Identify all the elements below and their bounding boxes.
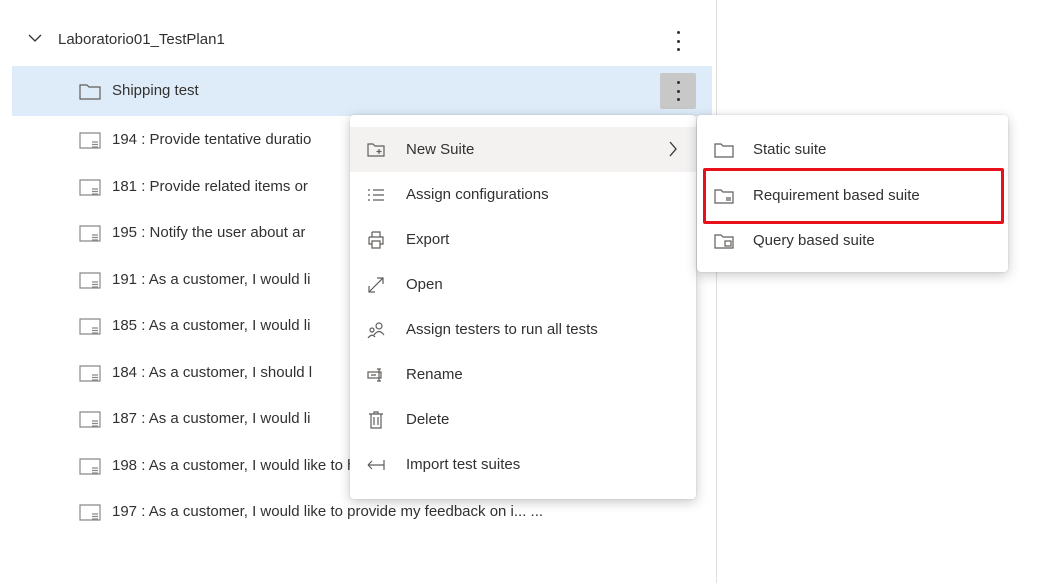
requirement-suite-icon <box>79 271 101 289</box>
tree-item-label: 181 : Provide related items or <box>112 177 308 195</box>
menu-item-new-suite[interactable]: New Suite <box>350 127 696 172</box>
menu-item-delete[interactable]: Delete <box>350 397 696 442</box>
tree-item-label: Shipping test <box>112 82 199 99</box>
menu-item-label: Rename <box>406 366 463 383</box>
details-pane <box>716 0 1058 583</box>
tree-item-label: 191 : As a customer, I would li <box>112 270 311 288</box>
folder-icon <box>79 84 101 100</box>
tree-item-label: 197 : As a customer, I would like to pro… <box>112 503 544 520</box>
new-suite-icon <box>366 140 386 160</box>
menu-item-label: Assign testers to run all tests <box>406 321 598 338</box>
menu-item-export[interactable]: Export <box>350 217 696 262</box>
menu-item-open[interactable]: Open <box>350 262 696 307</box>
menu-item-label: New Suite <box>406 141 475 158</box>
requirement-suite-icon <box>79 364 101 382</box>
rename-icon <box>366 365 386 385</box>
menu-item-import-test-suites[interactable]: Import test suites <box>350 442 696 487</box>
tree-item-label: 194 : Provide tentative duratio <box>112 131 312 148</box>
requirement-suite-icon <box>79 132 101 149</box>
tree-root-row[interactable]: Laboratorio01_TestPlan1 <box>12 16 712 66</box>
trash-icon <box>366 410 386 430</box>
menu-item-label: Assign configurations <box>406 186 549 203</box>
menu-item-label: Export <box>406 231 450 248</box>
more-icon <box>676 31 680 51</box>
tree-item-label: 184 : As a customer, I should l <box>112 363 313 381</box>
menu-item-label: Delete <box>406 411 450 428</box>
menu-item-assign-testers[interactable]: Assign testers to run all tests <box>350 307 696 352</box>
requirement-suite-icon <box>79 225 101 242</box>
import-icon <box>366 455 386 475</box>
menu-item-label: Import test suites <box>406 456 521 473</box>
menu-item-assign-configurations[interactable]: Assign configurations <box>350 172 696 217</box>
requirement-suite-icon <box>79 318 101 335</box>
tree-item-label: 195 : Notify the user about ar <box>112 224 306 241</box>
requirement-suite-icon <box>79 411 101 428</box>
submenu-item-static-suite[interactable]: Static suite <box>697 127 1008 172</box>
context-menu: New Suite Assign configurations Export O… <box>350 115 696 499</box>
requirement-suite-icon <box>79 457 101 475</box>
chevron-down-icon[interactable] <box>28 33 42 43</box>
menu-item-rename[interactable]: Rename <box>350 352 696 397</box>
submenu-item-label: Query based suite <box>753 232 875 249</box>
printer-icon <box>366 230 386 250</box>
chevron-right-icon <box>669 141 677 157</box>
more-icon <box>676 81 680 101</box>
requirement-suite-icon <box>79 504 101 521</box>
submenu-item-query-based-suite[interactable]: Query based suite <box>697 218 1008 263</box>
test-plan-title: Laboratorio01_TestPlan1 <box>58 31 225 48</box>
query-suite-icon <box>714 233 734 249</box>
folder-icon <box>714 142 734 158</box>
menu-item-label: Open <box>406 276 443 293</box>
tree-item-label: 187 : As a customer, I would li <box>112 410 311 427</box>
submenu-item-label: Static suite <box>753 141 827 158</box>
tree-item-shipping-test[interactable]: Shipping test <box>12 66 712 116</box>
open-icon <box>366 275 386 295</box>
more-options-button[interactable] <box>660 73 696 109</box>
tree-item-label: 185 : As a customer, I would li <box>112 317 311 334</box>
more-options-button[interactable] <box>660 23 696 59</box>
requirement-suite-icon <box>79 178 101 196</box>
list-icon <box>366 185 386 205</box>
highlight-annotation <box>703 168 1004 224</box>
people-icon <box>366 320 386 340</box>
